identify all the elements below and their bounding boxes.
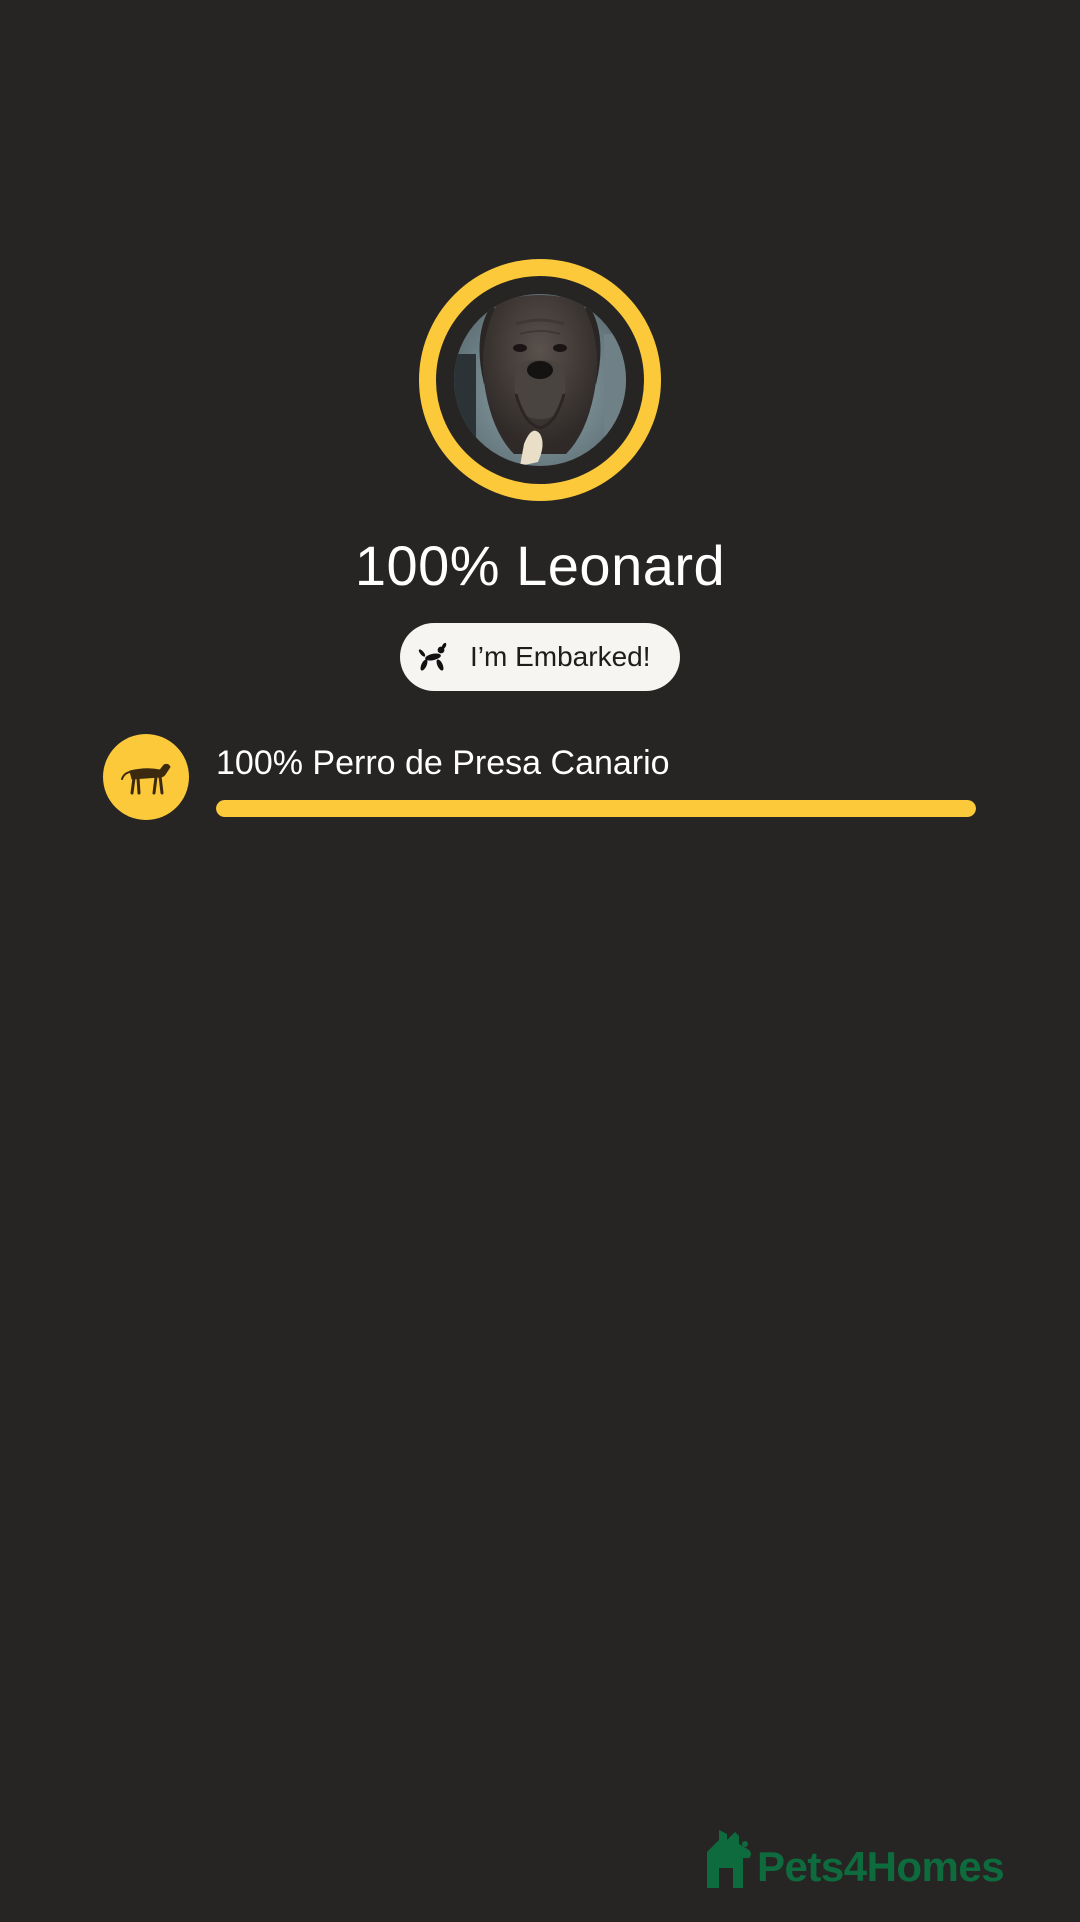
breed-progress-fill [216,800,976,817]
pets4homes-logo-icon [707,1830,751,1888]
brand-logo[interactable]: Pets4Homes [705,1826,1005,1890]
dog-photo [454,294,626,466]
brand-name: Pets4Homes [757,1843,1005,1890]
dog-photo-image [454,294,626,466]
breed-progress-bar [216,800,976,817]
balloon-dog-icon [416,641,448,673]
embarked-label: I’m Embarked! [470,641,651,672]
page-title: 100% Leonard [354,534,726,597]
breed-label: 100% Perro de Presa Canario [216,744,670,782]
dog-breed-icon [103,734,189,820]
embarked-badge[interactable]: I’m Embarked! [400,623,680,691]
